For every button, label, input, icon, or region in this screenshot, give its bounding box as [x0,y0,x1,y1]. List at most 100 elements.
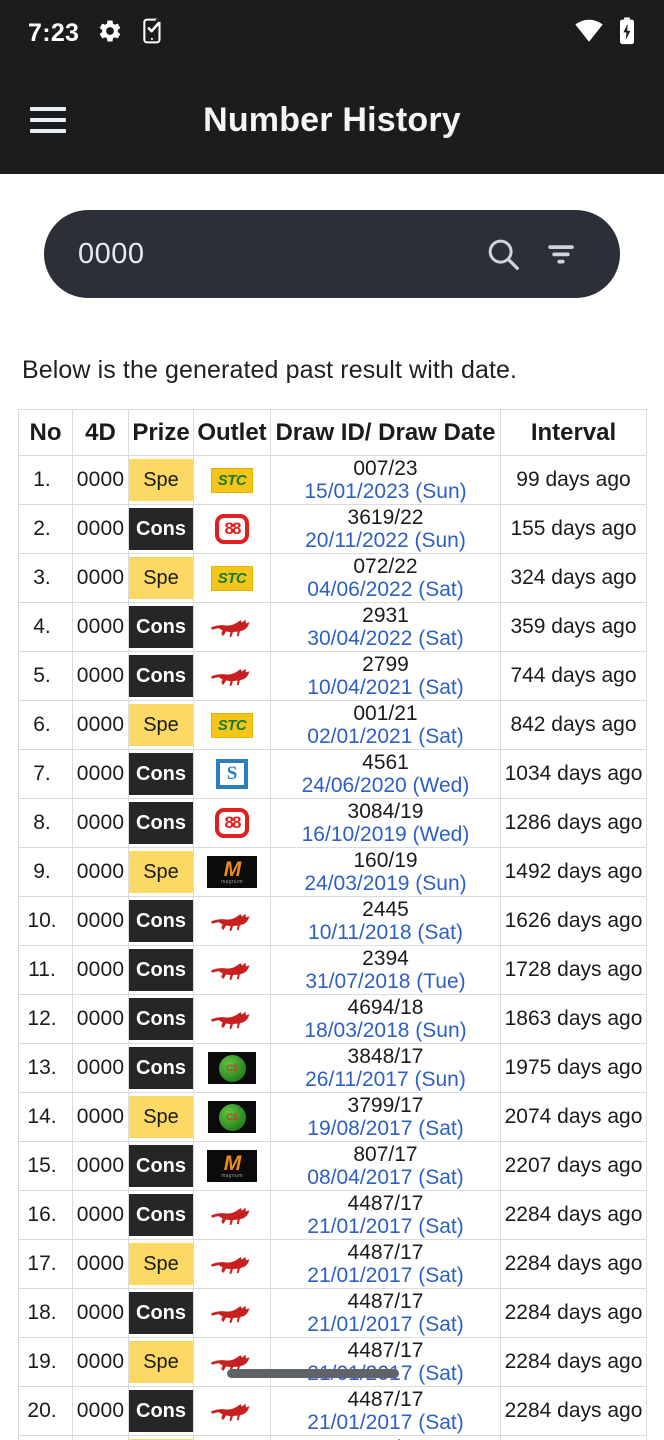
cell-no: 7. [18,749,73,799]
draw-date-link[interactable]: 21/01/2017 (Sat) [271,1216,500,1237]
cell-interval: 2284 days ago [500,1337,647,1387]
cell-draw[interactable]: 2931 30/04/2022 (Sat) [270,602,501,652]
table-row[interactable]: 11. 0000 Cons 2394 31/07/2018 (Tue) 1728 days… [18,945,647,995]
draw-id: 2931 [362,604,409,627]
filter-icon[interactable] [532,236,590,272]
table-row[interactable]: 8. 0000 Cons 88 3084/19 16/10/2019 (Wed) 1286 … [18,798,647,848]
cell-no: 9. [18,847,73,897]
cell-draw[interactable]: 4561 24/06/2020 (Wed) [270,749,501,799]
draw-date-link[interactable]: 15/01/2023 (Sun) [271,481,500,502]
cell-draw[interactable]: 3848/17 26/11/2017 (Sun) [270,1043,501,1093]
cell-draw[interactable]: 4487/1721/01/2017 (Sat) [270,1386,501,1436]
search-bar[interactable]: 0000 [44,210,620,298]
cell-draw[interactable]: 160/19 24/03/2019 (Sun) [270,847,501,897]
cell-draw[interactable]: 2394 31/07/2018 (Tue) [270,945,501,995]
draw-date-link[interactable]: 21/01/2017 (Sat) [271,1265,500,1286]
draw-id: 2799 [362,653,409,676]
cell-draw[interactable]: 2799 10/04/2021 (Sat) [270,651,501,701]
search-icon[interactable] [474,235,532,273]
table-row[interactable]: 15. 0000 Cons Mmagnum 807/17 08/04/2017 (Sat)… [18,1141,647,1191]
cell-no: 1. [18,455,73,505]
cell-draw[interactable]: 001/21 02/01/2021 (Sat) [270,700,501,750]
draw-date-link[interactable]: 21/01/2017 (Sat) [271,1314,500,1335]
table-row[interactable]: 1. 0000 Spe STC 007/23 15/01/2023 (Sun) 99 day… [18,455,647,505]
cell-draw[interactable]: 3799/17 19/08/2017 (Sat) [270,1092,501,1142]
draw-date-link[interactable]: 31/07/2018 (Tue) [271,971,500,992]
table-row[interactable]: 18. 0000 Cons 4487/17 21/01/2017 (Sat) 2284 d… [18,1288,647,1338]
history-table-wrap: No 4D Prize Outlet Draw ID/ Draw Date In… [0,385,664,1440]
outlet-logo-88: 88 [215,514,249,544]
table-row[interactable]: 12. 0000 Cons 4694/18 18/03/2018 (Sun) 1863 d… [18,994,647,1044]
phone-check-icon [141,18,165,49]
cell-draw[interactable]: 2445 10/11/2018 (Sat) [270,896,501,946]
table-row[interactable]: 4. 0000 Cons 2931 30/04/2022 (Sat) 359 days a… [18,602,647,652]
draw-date-link[interactable]: 19/08/2017 (Sat) [271,1118,500,1139]
cell-outlet [193,994,271,1044]
table-row[interactable]: 16. 0000 Cons 4487/17 21/01/2017 (Sat) 2284 d… [18,1190,647,1240]
cell-draw[interactable]: 4487/1721/01/2017 (Sat) [270,1239,501,1289]
cell-draw[interactable]: 007/23 15/01/2023 (Sun) [270,455,501,505]
cell-4d: 0000 [72,945,129,995]
cell-no: 11. [18,945,73,995]
table-row[interactable]: 5. 0000 Cons 2799 10/04/2021 (Sat) 744 days a… [18,651,647,701]
draw-id: 807/17 [353,1143,418,1166]
table-row[interactable]: 19.0000Spe 4487/1721/01/2017 (Sat)2284 da… [18,1337,647,1387]
table-row[interactable]: 21.0000Spe 4487/1721/01/2017 (Sat)2284 da… [18,1435,647,1440]
draw-date-link[interactable]: 24/06/2020 (Wed) [271,775,500,796]
battery-charging-icon [618,16,636,50]
cell-interval: 2284 days ago [500,1386,647,1436]
status-bar-left: 7:23 [28,18,165,49]
search-input[interactable]: 0000 [78,238,474,271]
cell-outlet: CS [193,1043,271,1093]
hamburger-menu-icon[interactable] [30,107,66,133]
table-row[interactable]: 17. 0000 Spe 4487/17 21/01/2017 (Sat) 2284 da… [18,1239,647,1289]
cell-4d: 0000 [72,602,129,652]
cell-draw[interactable]: 3619/22 20/11/2022 (Sun) [270,504,501,554]
table-row[interactable]: 2. 0000 Cons 88 3619/22 20/11/2022 (Sun) 155 d… [18,504,647,554]
outlet-logo-88: 88 [215,808,249,838]
cell-draw[interactable]: 4487/1721/01/2017 (Sat) [270,1190,501,1240]
page-title: Number History [203,100,461,139]
table-row[interactable]: 7. 0000 Cons S 4561 24/06/2020 (Wed) 1034 days… [18,749,647,799]
cell-draw[interactable]: 072/22 04/06/2022 (Sat) [270,553,501,603]
draw-date-link[interactable]: 04/06/2022 (Sat) [271,579,500,600]
cell-interval: 1975 days ago [500,1043,647,1093]
draw-date-link[interactable]: 24/03/2019 (Sun) [271,873,500,894]
cell-draw[interactable]: 4694/18 18/03/2018 (Sun) [270,994,501,1044]
outlet-logo-horse [211,1207,250,1225]
status-bar-right [574,16,636,50]
draw-date-link[interactable]: 08/04/2017 (Sat) [271,1167,500,1188]
cell-4d: 0000 [72,1337,129,1387]
draw-id: 4561 [362,751,409,774]
cell-prize: Spe [128,553,194,603]
draw-date-link[interactable]: 16/10/2019 (Wed) [271,824,500,845]
col-header-draw: Draw ID/ Draw Date [270,409,501,456]
cell-draw[interactable]: 807/17 08/04/2017 (Sat) [270,1141,501,1191]
draw-date-link[interactable]: 30/04/2022 (Sat) [271,628,500,649]
cell-no: 4. [18,602,73,652]
draw-date-link[interactable]: 10/11/2018 (Sat) [271,922,500,943]
table-row[interactable]: 14. 0000 Spe CS 3799/17 19/08/2017 (Sat) 2074 … [18,1092,647,1142]
cell-draw[interactable]: 3084/19 16/10/2019 (Wed) [270,798,501,848]
table-row[interactable]: 13. 0000 Cons CS 3848/17 26/11/2017 (Sun) 1975… [18,1043,647,1093]
cell-interval: 359 days ago [500,602,647,652]
cell-prize: Spe [128,847,194,897]
table-row[interactable]: 20. 0000 Cons 4487/17 21/01/2017 (Sat) 2284 d… [18,1386,647,1436]
prize-badge: Cons [129,998,193,1040]
draw-date-link[interactable]: 21/01/2017 (Sat) [271,1412,500,1433]
table-row[interactable]: 10. 0000 Cons 2445 10/11/2018 (Sat) 1626 days… [18,896,647,946]
draw-date-link[interactable]: 20/11/2022 (Sun) [271,530,500,551]
horizontal-scrollbar[interactable] [227,1369,399,1378]
draw-date-link[interactable]: 10/04/2021 (Sat) [271,677,500,698]
draw-date-link[interactable]: 26/11/2017 (Sun) [271,1069,500,1090]
cell-draw[interactable]: 4487/1721/01/2017 (Sat) [270,1337,501,1387]
draw-date-link[interactable]: 18/03/2018 (Sun) [271,1020,500,1041]
cell-draw[interactable]: 4487/1721/01/2017 (Sat) [270,1435,501,1440]
draw-id: 2394 [362,947,409,970]
draw-id: 4487/17 [347,1192,424,1215]
table-row[interactable]: 3. 0000 Spe STC 072/22 04/06/2022 (Sat) 324 da… [18,553,647,603]
table-row[interactable]: 6. 0000 Spe STC 001/21 02/01/2021 (Sat) 842 da… [18,700,647,750]
draw-date-link[interactable]: 02/01/2021 (Sat) [271,726,500,747]
cell-draw[interactable]: 4487/1721/01/2017 (Sat) [270,1288,501,1338]
table-row[interactable]: 9. 0000 Spe Mmagnum 160/19 24/03/2019 (Sun) 14… [18,847,647,897]
